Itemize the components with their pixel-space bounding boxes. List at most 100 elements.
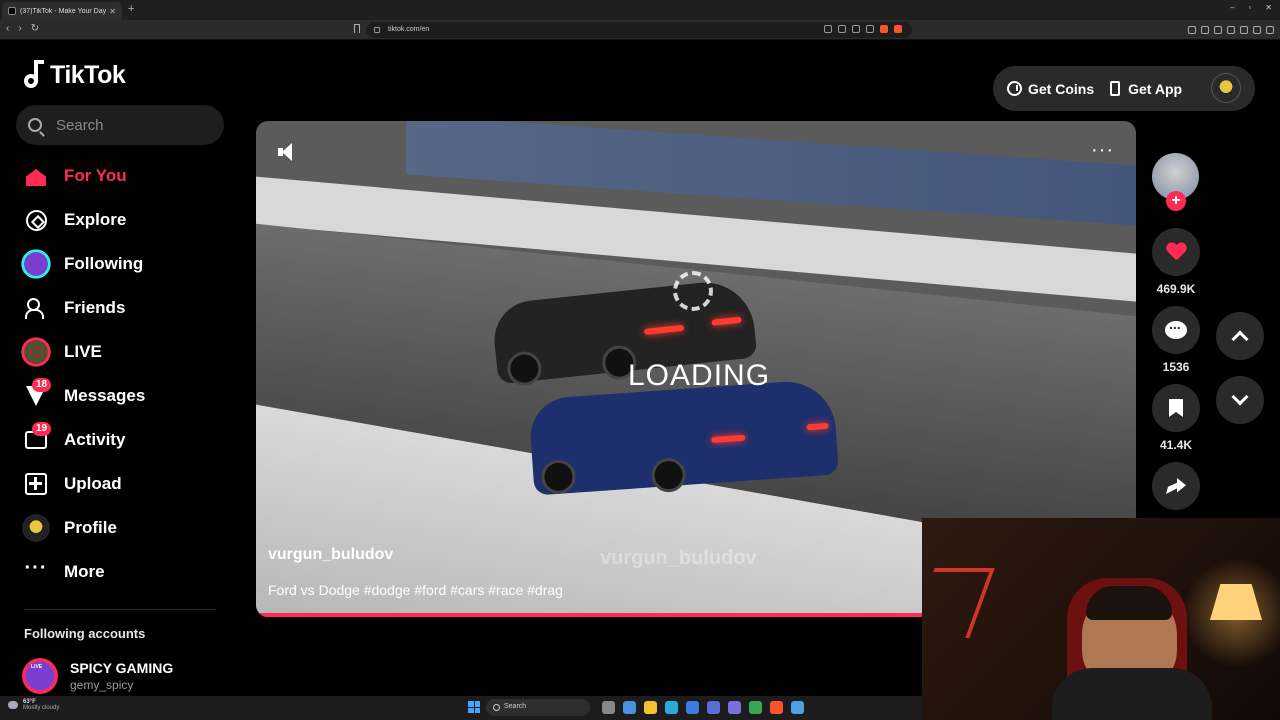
sidebar-item-more[interactable]: ··· More [20,550,220,594]
logo-text: TikTok [50,60,126,89]
volume-icon[interactable] [278,143,296,161]
extension-icon[interactable] [1201,26,1209,34]
sidebar-item-label: LIVE [64,342,102,361]
save-action[interactable]: 41.4K [1152,384,1200,452]
sidebar-icon[interactable] [1227,26,1235,34]
sidebar-item-messages[interactable]: 18 Messages [20,374,220,418]
wallet-icon[interactable] [1240,26,1248,34]
reader-icon[interactable] [824,25,832,33]
edge-icon[interactable] [665,701,678,714]
sidebar-item-following[interactable]: Following [20,242,220,286]
tiktok-logo[interactable]: TikTok [24,60,126,90]
loading-spinner-icon [673,271,713,311]
comment-action[interactable]: 1536 [1152,306,1200,374]
new-tab-button[interactable]: + [128,3,134,15]
upload-icon [25,473,47,495]
vpn-icon[interactable] [1253,26,1261,34]
home-icon [26,169,46,186]
account-handle: gemy_spicy [70,678,134,692]
comment-button[interactable] [1152,306,1200,354]
forward-button[interactable]: › [18,23,21,34]
account-name: SPICY GAMING [70,660,174,676]
minimize-button[interactable]: – [1230,3,1234,12]
tab-close-icon[interactable]: ✕ [109,7,116,16]
previous-video-button[interactable] [1216,312,1264,360]
get-app-button[interactable]: Get App [1110,81,1182,97]
extension-icon[interactable] [1188,26,1196,34]
windows-start-icon[interactable] [468,701,480,713]
zoom-icon[interactable] [838,25,846,33]
restore-button[interactable]: ▫ [1248,3,1251,12]
browser-tab[interactable]: (37)TikTok - Make Your Day ✕ [2,2,122,20]
share-icon [1166,478,1186,494]
widgets-icon[interactable] [623,701,636,714]
taskbar-apps [602,701,804,714]
loading-text: LOADING [628,359,771,392]
sidebar-divider [24,609,216,610]
sidebar-item-friends[interactable]: Friends [20,286,220,330]
sidebar-item-live[interactable]: LIVE [20,330,220,374]
brave-icon[interactable] [770,701,783,714]
sidebar-item-explore[interactable]: Explore [20,198,220,242]
menu-icon[interactable] [1266,26,1274,34]
extension-icons [1188,26,1274,34]
file-explorer-icon[interactable] [644,701,657,714]
store-icon[interactable] [686,701,699,714]
coin-icon [1007,81,1022,96]
chevron-down-icon [1231,388,1249,406]
following-account-item[interactable]: LIVE SPICY GAMING gemy_spicy [22,658,173,694]
music-icon[interactable] [1214,26,1222,34]
weather-widget[interactable]: 63°F Mostly cloudy [8,699,59,711]
sidebar-item-label: Messages [64,386,146,405]
next-video-button[interactable] [1216,376,1264,424]
sidebar-item-activity[interactable]: 19 Activity [20,418,220,462]
reload-button[interactable]: ↻ [31,23,39,34]
more-options-icon[interactable]: ··· [1091,140,1114,160]
comment-icon [1165,316,1187,339]
sidebar-item-label: Explore [64,210,127,229]
activity-badge: 19 [32,422,52,436]
share-action[interactable] [1152,462,1200,510]
save-button[interactable] [1152,384,1200,432]
mail-icon[interactable] [707,701,720,714]
top-actions: Get Coins Get App [993,66,1255,111]
taskbar-search[interactable]: Search [486,699,590,716]
close-window-button[interactable]: ✕ [1265,3,1272,12]
account-avatar: LIVE [22,658,58,694]
like-action[interactable]: 469.9K [1152,228,1200,296]
sidebar-item-label: Upload [64,474,122,493]
video-watermark: vurgun_buludov [600,547,757,569]
follow-button[interactable]: + [1166,191,1186,211]
sidebar-item-label: Activity [64,430,126,449]
back-button[interactable]: ‹ [6,23,9,34]
share-page-icon[interactable] [866,25,874,33]
search-box[interactable] [16,105,224,145]
task-view-icon[interactable] [602,701,615,714]
sidebar-item-label: Profile [64,518,117,537]
user-avatar[interactable] [1211,73,1241,103]
site-info-icon[interactable] [374,27,380,33]
save-count: 41.4K [1159,438,1193,452]
photos-icon[interactable] [791,701,804,714]
sidebar-item-for-you[interactable]: For You [20,154,220,198]
brave-rewards-icon[interactable] [894,25,902,33]
more-icon: ··· [24,557,48,579]
like-button[interactable] [1152,228,1200,276]
cast-icon[interactable] [852,25,860,33]
chevron-up-icon [1231,330,1249,348]
brave-shields-icon[interactable] [880,25,888,33]
video-username[interactable]: vurgun_buludov [268,546,393,564]
sidebar-item-label: Friends [64,298,126,317]
search-input[interactable] [56,116,206,134]
url-field[interactable]: tiktok.com/en [366,22,912,38]
discord-icon[interactable] [728,701,741,714]
get-coins-button[interactable]: Get Coins [1007,81,1094,97]
heart-icon [1166,243,1186,261]
sidebar-item-upload[interactable]: Upload [20,462,220,506]
chrome-icon[interactable] [749,701,762,714]
weather-condition: Mostly cloudy [23,705,60,711]
sidebar-item-label: More [64,562,105,581]
sidebar-item-profile[interactable]: Profile [20,506,220,550]
share-button[interactable] [1152,462,1200,510]
bookmark-icon[interactable] [354,24,360,33]
